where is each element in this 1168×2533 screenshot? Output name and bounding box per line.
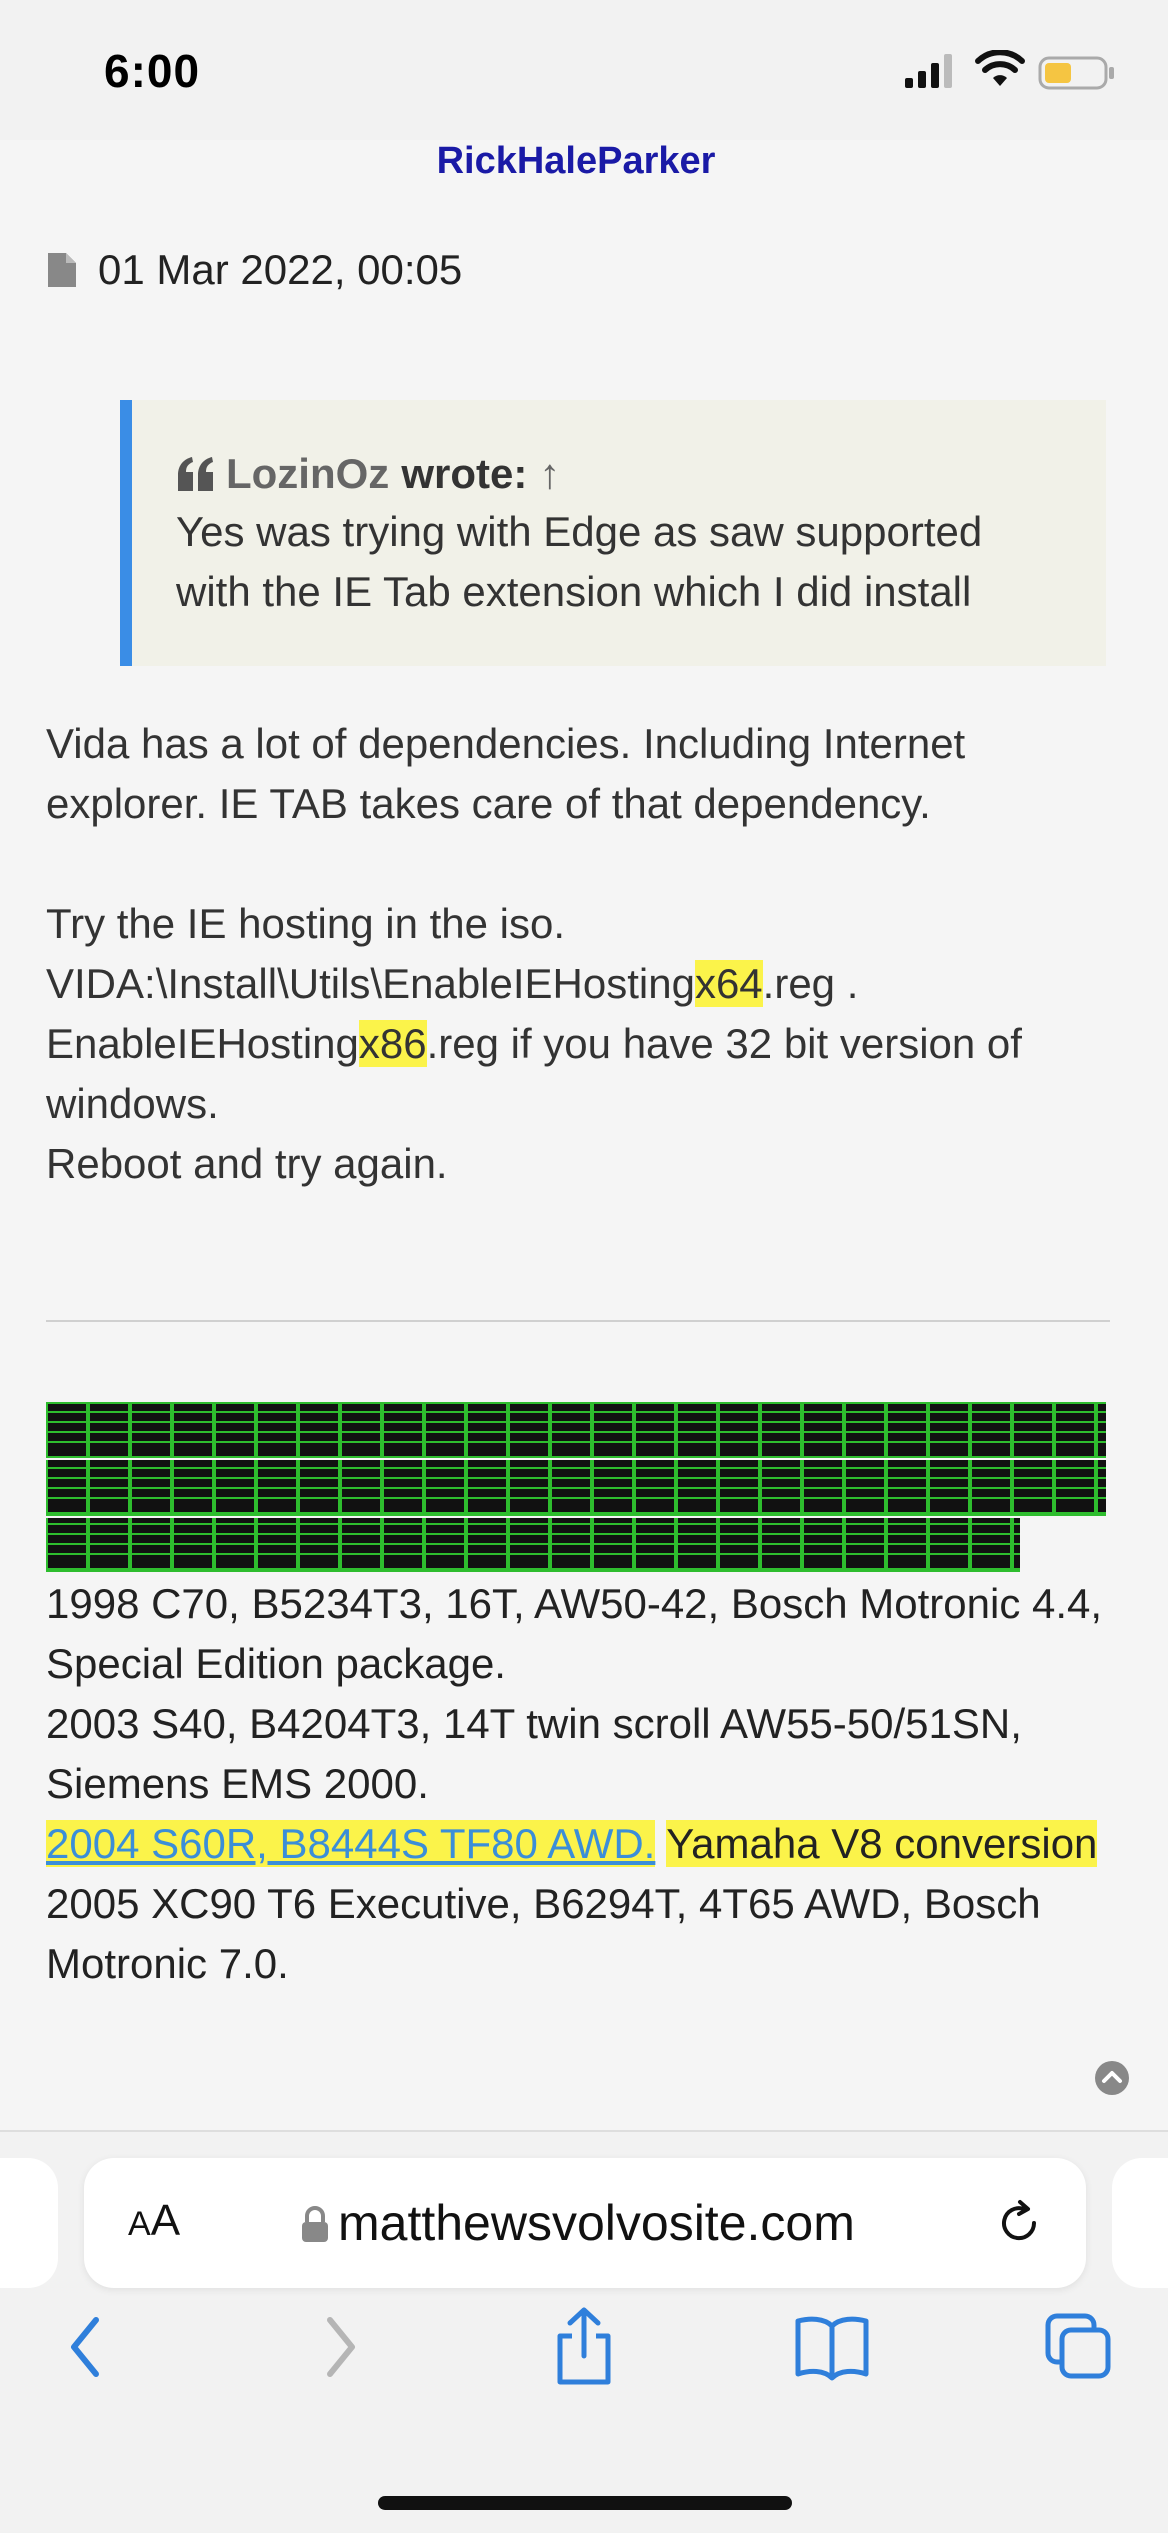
signature-car-3: 2004 S60R, B8444S TF80 AWD. Yamaha V8 co…: [46, 1814, 1136, 1874]
signature-car-4: 2005 XC90 T6 Executive, B6294T, 4T65 AWD…: [46, 1880, 1041, 1987]
quote-jump-link[interactable]: ↑: [539, 450, 560, 498]
reload-icon[interactable]: [994, 2198, 1044, 2248]
signature-car-2: 2003 S40, B4204T3, 14T twin scroll AW55-…: [46, 1700, 1022, 1807]
reg-ext-text: .reg .: [762, 960, 859, 1007]
post-paragraph-2: Try the IE hosting in the iso. VIDA:\Ins…: [46, 894, 1126, 1134]
signature-highlight: Yamaha V8 conversion: [666, 1820, 1098, 1867]
post-paragraph-2-line-3: EnableIEHostingx86.reg if you have 32 bi…: [46, 1014, 1126, 1134]
next-tab-peek[interactable]: [1112, 2158, 1168, 2288]
reg-name-text: EnableIEHosting: [46, 1020, 359, 1067]
quote-text: Yes was trying with Edge as saw supporte…: [176, 508, 983, 615]
lock-icon: [302, 2206, 328, 2242]
quote-header: LozinOz wrote: ↑: [176, 450, 1066, 498]
signal-icon: [905, 54, 952, 88]
search-highlight: x86: [358, 1020, 427, 1067]
post-paragraph-3: Reboot and try again.: [46, 1140, 448, 1187]
reader-options-button[interactable]: AA: [128, 2196, 180, 2246]
bookmarks-icon[interactable]: [794, 2312, 870, 2382]
signature-car-1: 1998 C70, B5234T3, 16T, AW50-42, Bosch M…: [46, 1580, 1103, 1687]
status-time: 6:00: [104, 45, 201, 97]
post-date: 01 Mar 2022, 00:05: [98, 246, 463, 293]
back-icon[interactable]: [64, 2312, 108, 2382]
tabs-icon[interactable]: [1044, 2312, 1114, 2382]
signature-divider: [46, 1320, 1110, 1322]
address-bar[interactable]: AA matthewsvolvosite.com: [84, 2158, 1086, 2288]
battery-icon: [1038, 56, 1114, 90]
wifi-icon: [975, 50, 1025, 86]
reg-path-text: VIDA:\Install\Utils\EnableIEHosting: [46, 960, 695, 1007]
forward-icon[interactable]: [318, 2312, 362, 2382]
post-paragraph-2-line-2: VIDA:\Install\Utils\EnableIEHostingx64.r…: [46, 954, 1126, 1014]
signature-banner-image: [46, 1402, 1106, 1572]
post-paragraph-2-line-1: Try the IE hosting in the iso.: [46, 900, 566, 947]
safari-toolbar: [0, 2307, 1168, 2432]
aa-small-letter: A: [128, 2205, 151, 2243]
previous-tab-peek[interactable]: [0, 2158, 58, 2288]
aa-large-letter: A: [150, 2196, 181, 2245]
home-indicator: [378, 2496, 792, 2510]
post-content: RickHaleParker 01 Mar 2022, 00:05 LozinO…: [0, 140, 1168, 2130]
signature-link[interactable]: 2004 S60R, B8444S TF80 AWD.: [46, 1820, 656, 1867]
post-author[interactable]: RickHaleParker: [0, 140, 1152, 183]
quote-wrote-label: wrote:: [401, 450, 528, 497]
quote-block: LozinOz wrote: ↑ Yes was trying with Edg…: [120, 400, 1106, 666]
quote-author[interactable]: LozinOz: [226, 450, 389, 498]
search-highlight: x64: [694, 960, 763, 1007]
url-text[interactable]: matthewsvolvosite.com: [338, 2194, 855, 2252]
post-date-row: 01 Mar 2022, 00:05: [48, 246, 462, 294]
post-paragraph-1: Vida has a lot of dependencies. Includin…: [46, 720, 966, 827]
scroll-top-icon[interactable]: [1094, 2060, 1130, 2096]
quote-icon: [178, 457, 213, 491]
safari-bottom-bar: AA matthewsvolvosite.com: [0, 2130, 1168, 2533]
status-bar: 6:00: [0, 0, 1168, 142]
share-icon[interactable]: [552, 2306, 616, 2386]
signature-text: 1998 C70, B5234T3, 16T, AW50-42, Bosch M…: [46, 1574, 1136, 1994]
doc-icon: [48, 253, 76, 287]
